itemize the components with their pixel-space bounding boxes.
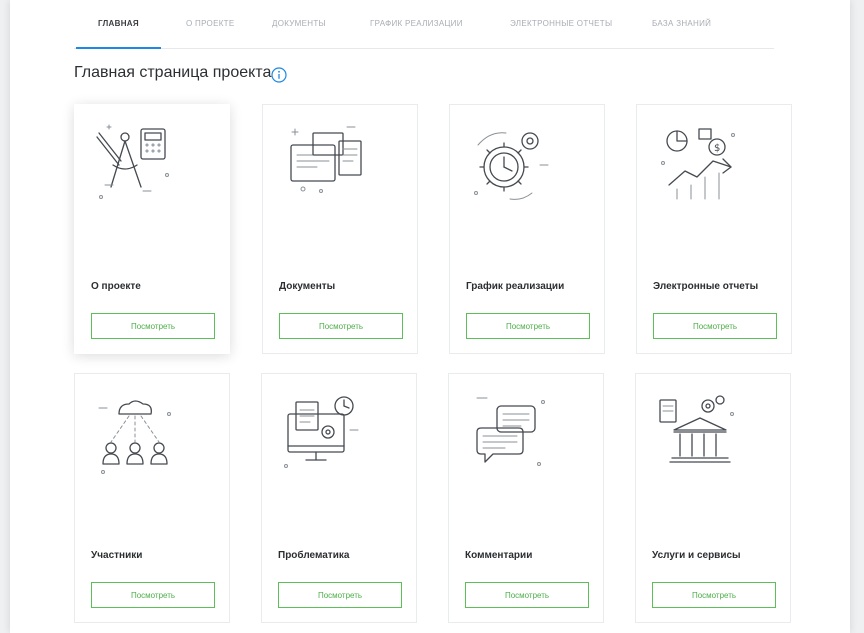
tab-electronic-reports[interactable]: ЭЛЕКТРОННЫЕ ОТЧЕТЫ <box>510 0 612 48</box>
chart-report-icon: $ <box>661 128 735 200</box>
tab-implementation-schedule[interactable]: ГРАФИК РЕАЛИЗАЦИИ <box>370 0 463 48</box>
view-comments-button[interactable]: Посмотреть <box>465 582 589 608</box>
view-participants-button[interactable]: Посмотреть <box>91 582 215 608</box>
card-title: Участники <box>91 550 143 561</box>
top-nav-tabs: ГЛАВНАЯ О ПРОЕКТЕ ДОКУМЕНТЫ ГРАФИК РЕАЛИ… <box>74 0 774 49</box>
card-implementation-schedule[interactable]: График реализации Посмотреть <box>449 104 605 354</box>
page-frame: ГЛАВНАЯ О ПРОЕКТЕ ДОКУМЕНТЫ ГРАФИК РЕАЛИ… <box>10 0 850 633</box>
view-electronic-reports-button[interactable]: Посмотреть <box>653 313 777 339</box>
tab-documents[interactable]: ДОКУМЕНТЫ <box>272 0 326 48</box>
tab-about-project[interactable]: О ПРОЕКТЕ <box>186 0 235 48</box>
info-icon[interactable] <box>271 67 287 83</box>
card-title: Проблематика <box>278 550 350 561</box>
card-title: Электронные отчеты <box>653 281 759 292</box>
view-problems-button[interactable]: Посмотреть <box>278 582 402 608</box>
card-title: О проекте <box>91 281 141 292</box>
tab-knowledge-base[interactable]: БАЗА ЗНАНИЙ <box>652 0 711 48</box>
compass-calculator-icon <box>96 124 169 199</box>
bank-services-icon <box>659 395 734 463</box>
tab-main[interactable]: ГЛАВНАЯ <box>76 0 161 49</box>
gears-clock-icon <box>474 132 549 200</box>
card-about-project[interactable]: О проекте Посмотреть <box>74 104 230 354</box>
view-about-project-button[interactable]: Посмотреть <box>91 313 215 339</box>
card-title: Услуги и сервисы <box>652 550 741 561</box>
view-documents-button[interactable]: Посмотреть <box>279 313 403 339</box>
card-title: Комментарии <box>465 550 533 561</box>
card-problems[interactable]: Проблематика Посмотреть <box>261 373 417 623</box>
cloud-users-icon <box>98 400 171 474</box>
documents-icon <box>290 126 362 193</box>
view-services-button[interactable]: Посмотреть <box>652 582 776 608</box>
card-title: График реализации <box>466 281 565 292</box>
page-title: Главная страница проекта <box>74 64 272 81</box>
card-participants[interactable]: Участники Посмотреть <box>74 373 230 623</box>
chat-bubbles-icon <box>476 397 545 466</box>
card-comments[interactable]: Комментарии Посмотреть <box>448 373 604 623</box>
card-services[interactable]: Услуги и сервисы Посмотреть <box>635 373 791 623</box>
card-documents[interactable]: Документы Посмотреть <box>262 104 418 354</box>
card-title: Документы <box>279 281 336 292</box>
monitor-problems-icon <box>284 396 359 468</box>
svg-text:$: $ <box>714 143 720 154</box>
card-electronic-reports[interactable]: $ Электронные отчеты Посмотреть <box>636 104 792 354</box>
view-implementation-schedule-button[interactable]: Посмотреть <box>466 313 590 339</box>
